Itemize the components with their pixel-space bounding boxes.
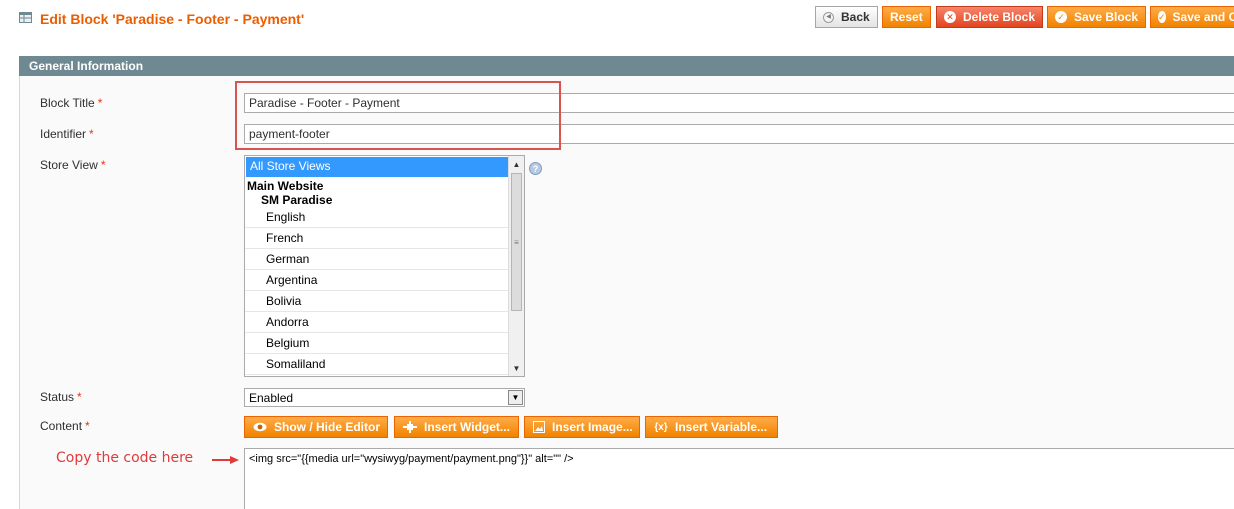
store-view-subgroup: SM Paradise bbox=[261, 193, 333, 207]
image-icon bbox=[533, 421, 545, 433]
store-view-group: Main Website bbox=[247, 179, 324, 193]
back-button-label: Back bbox=[841, 10, 870, 24]
store-view-multiselect[interactable]: All Store Views Main Website SM Paradise… bbox=[244, 155, 525, 377]
store-view-option[interactable]: French bbox=[245, 228, 509, 249]
back-button[interactable]: ◀ Back bbox=[815, 6, 878, 28]
variable-icon: {x} bbox=[654, 421, 668, 433]
page-title: Edit Block 'Paradise - Footer - Payment' bbox=[40, 11, 305, 27]
arrow-right-icon bbox=[212, 456, 239, 464]
insert-image-label: Insert Image... bbox=[552, 420, 633, 434]
insert-variable-label: Insert Variable... bbox=[675, 420, 768, 434]
save-and-continue-button[interactable]: ✓ Save and C bbox=[1150, 6, 1234, 28]
store-view-option[interactable]: Somaliland bbox=[245, 354, 509, 375]
back-arrow-icon: ◀ bbox=[823, 11, 834, 23]
insert-widget-label: Insert Widget... bbox=[424, 420, 510, 434]
store-view-label: Store View * bbox=[40, 158, 106, 172]
insert-variable-button[interactable]: {x} Insert Variable... bbox=[645, 416, 778, 438]
store-view-option[interactable]: German bbox=[245, 249, 509, 270]
reset-button[interactable]: Reset bbox=[882, 6, 931, 28]
help-icon[interactable]: ? bbox=[529, 162, 542, 175]
store-view-option[interactable]: Belgium bbox=[245, 333, 509, 354]
show-hide-editor-button[interactable]: Show / Hide Editor bbox=[244, 416, 388, 438]
delete-icon: ✕ bbox=[944, 11, 956, 23]
block-title-input[interactable] bbox=[244, 93, 1234, 113]
save-button-label: Save Block bbox=[1074, 10, 1139, 24]
identifier-input[interactable] bbox=[244, 124, 1234, 144]
eye-icon bbox=[253, 421, 267, 433]
content-textarea[interactable]: <img src="{{media url="wysiwyg/payment/p… bbox=[244, 448, 1234, 509]
status-label: Status * bbox=[40, 390, 82, 404]
store-view-option[interactable]: Bolivia bbox=[245, 291, 509, 312]
insert-widget-button[interactable]: Insert Widget... bbox=[394, 416, 519, 438]
store-view-option[interactable]: Argentina bbox=[245, 270, 509, 291]
scroll-thumb[interactable]: ≡ bbox=[511, 173, 522, 311]
status-select[interactable]: Enabled ▼ bbox=[244, 388, 525, 407]
check-icon: ✓ bbox=[1055, 11, 1067, 23]
store-view-list: All Store Views Main Website SM Paradise… bbox=[245, 156, 509, 376]
store-view-option-selected[interactable]: All Store Views bbox=[246, 157, 508, 177]
page-grid-icon bbox=[19, 12, 32, 23]
scroll-down-icon[interactable]: ▼ bbox=[509, 360, 524, 376]
content-label: Content * bbox=[40, 419, 90, 433]
store-view-option[interactable]: Andorra bbox=[245, 312, 509, 333]
annotation-text: Copy the code here bbox=[56, 450, 194, 466]
insert-image-button[interactable]: Insert Image... bbox=[524, 416, 640, 438]
status-value: Enabled bbox=[249, 391, 294, 405]
section-header: General Information bbox=[19, 56, 1234, 76]
scroll-up-icon[interactable]: ▲ bbox=[509, 156, 524, 172]
reset-button-label: Reset bbox=[890, 10, 923, 24]
show-hide-editor-label: Show / Hide Editor bbox=[274, 420, 381, 434]
save-block-button[interactable]: ✓ Save Block bbox=[1047, 6, 1147, 28]
check-icon: ✓ bbox=[1158, 11, 1166, 23]
chevron-down-icon: ▼ bbox=[508, 390, 523, 405]
widget-icon bbox=[403, 421, 417, 433]
delete-block-button[interactable]: ✕ Delete Block bbox=[936, 6, 1044, 28]
delete-button-label: Delete Block bbox=[963, 10, 1036, 24]
store-view-option[interactable]: English bbox=[245, 207, 509, 228]
block-title-label: Block Title * bbox=[40, 96, 103, 110]
identifier-label: Identifier * bbox=[40, 127, 94, 141]
save-continue-label: Save and C bbox=[1172, 10, 1234, 24]
store-view-scrollbar[interactable]: ▲ ≡ ▼ bbox=[508, 156, 524, 376]
